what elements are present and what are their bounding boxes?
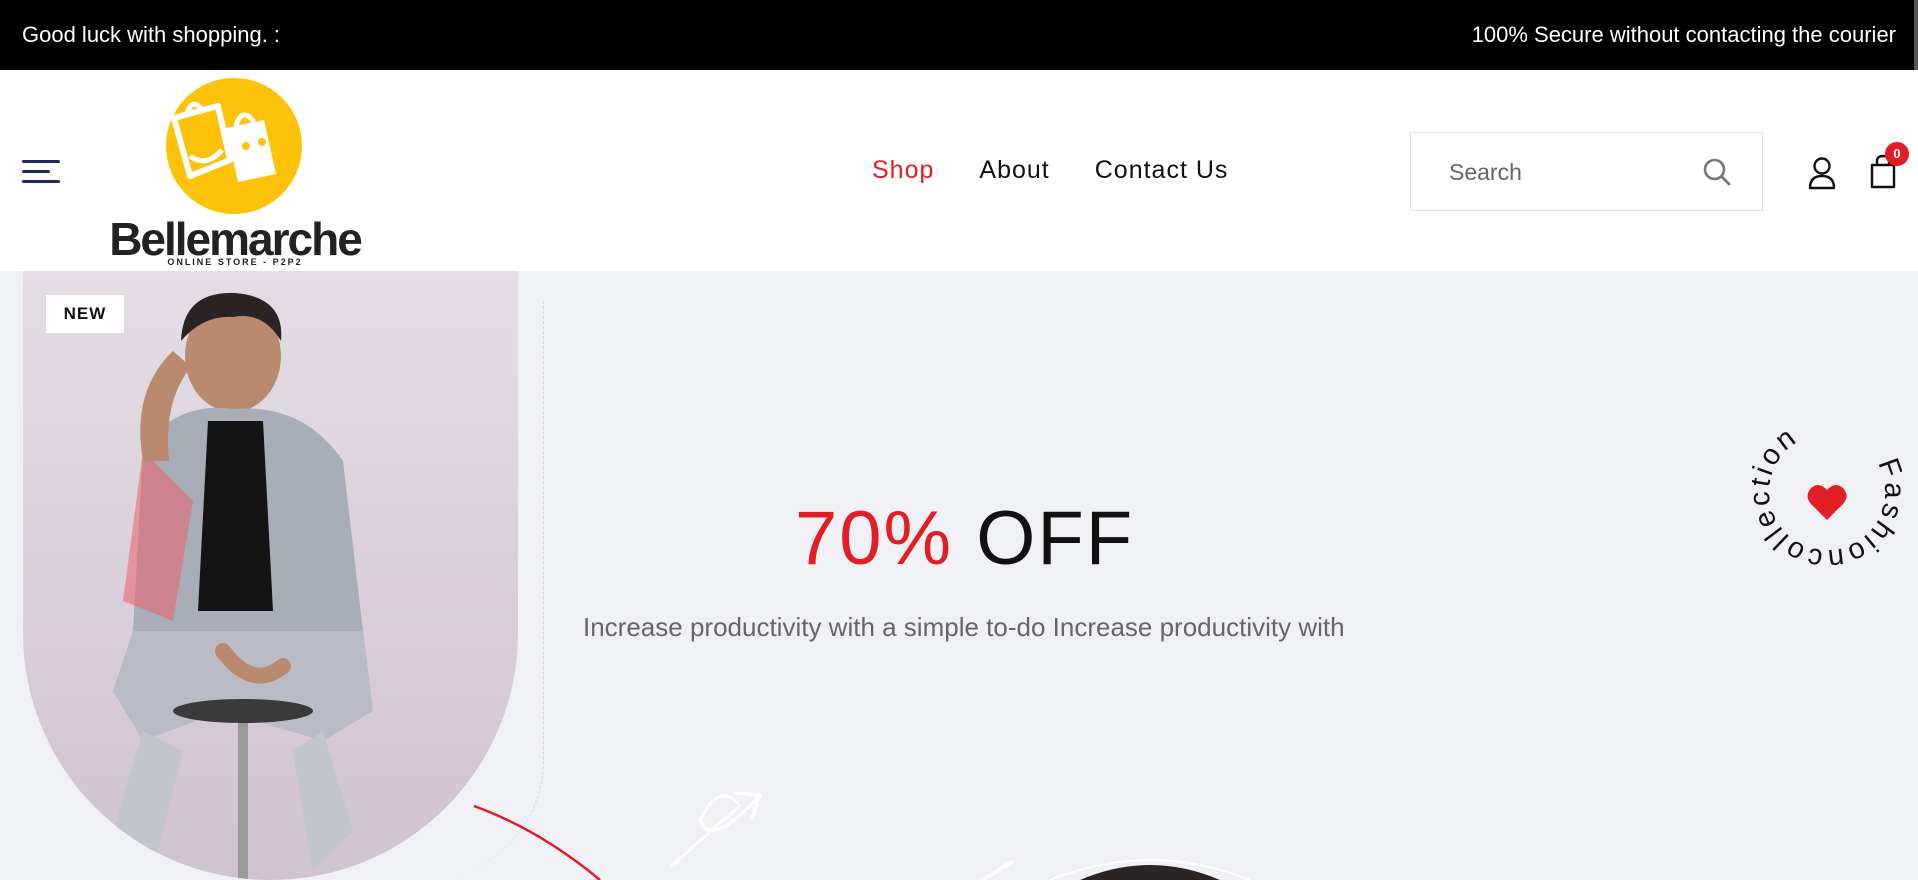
menu-icon[interactable]	[22, 160, 60, 184]
heart-icon	[1807, 484, 1847, 520]
announcement-right-text: 100% Secure without contacting the couri…	[1471, 22, 1896, 47]
nav-contact-us[interactable]: Contact Us	[1095, 156, 1229, 185]
site-logo[interactable]: Bellemarche ONLINE STORE - P2P2	[100, 76, 370, 271]
new-badge: NEW	[46, 295, 124, 333]
shopping-bags-logo-icon	[166, 78, 302, 214]
nav-about[interactable]: About	[979, 156, 1049, 185]
announcement-bar: Good luck with shopping. : 100% Secure w…	[0, 0, 1918, 70]
discount-suffix: OFF	[976, 496, 1135, 581]
cart-count-badge: 0	[1885, 142, 1909, 166]
brand-tagline: ONLINE STORE - P2P2	[167, 257, 303, 267]
promo-subtext: Increase productivity with a simple to-d…	[583, 612, 1345, 642]
announcement-left-text: Good luck with shopping. :	[22, 22, 281, 47]
fashion-collection-badge: Fashioncollection	[1752, 417, 1902, 567]
promo-headline: 70% OFF	[795, 495, 1134, 582]
main-nav: Shop About Contact Us	[872, 156, 1228, 185]
search-icon[interactable]	[1702, 157, 1732, 187]
nav-shop[interactable]: Shop	[872, 156, 934, 185]
hero-model-image	[23, 271, 518, 880]
search-box	[1410, 132, 1763, 211]
discount-value: 70%	[795, 496, 954, 581]
search-input[interactable]	[1449, 155, 1689, 189]
site-header: Bellemarche ONLINE STORE - P2P2 Shop Abo…	[0, 70, 1918, 271]
user-icon[interactable]	[1807, 156, 1837, 190]
